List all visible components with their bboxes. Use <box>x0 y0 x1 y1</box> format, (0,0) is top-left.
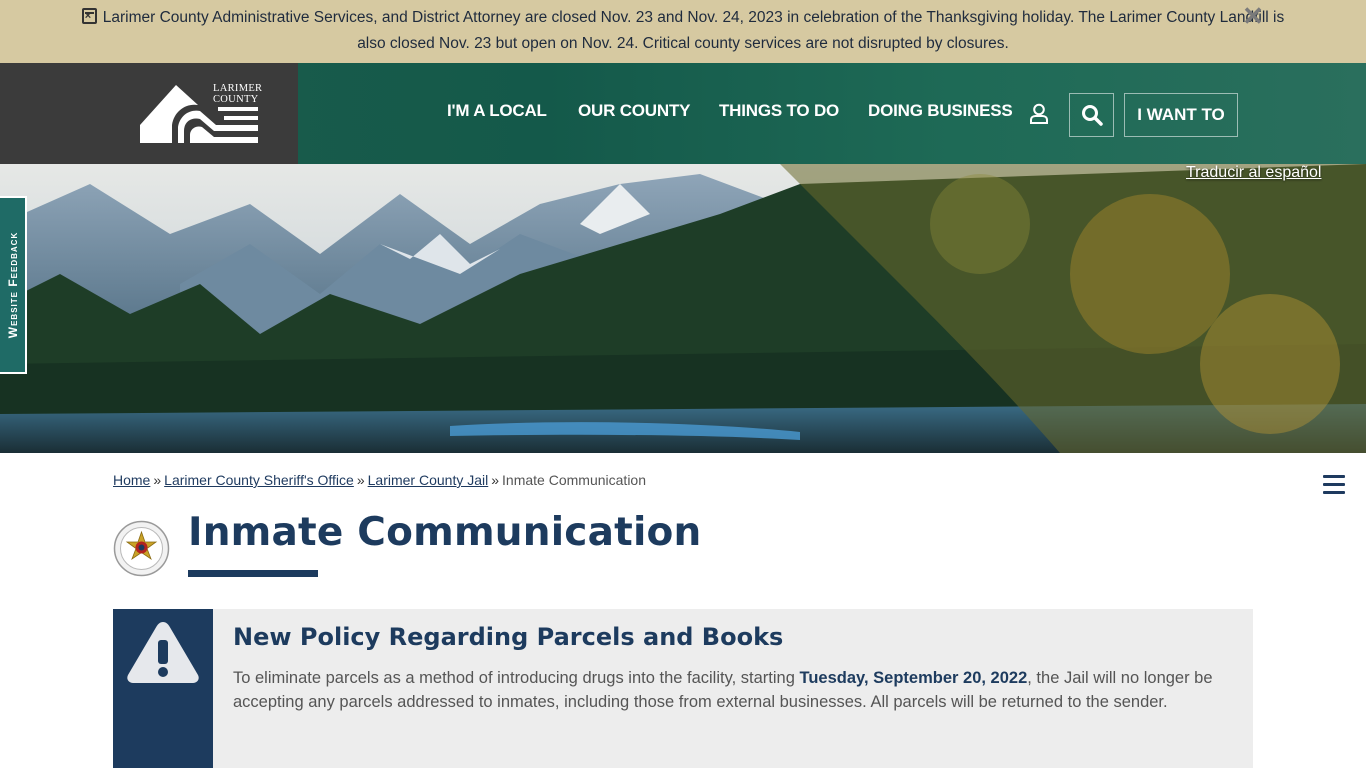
page-title: Inmate Communication <box>188 510 702 555</box>
warning-icon <box>127 622 199 683</box>
website-feedback-tab[interactable]: Website Feedback <box>0 196 27 374</box>
website-feedback-label: Website Feedback <box>5 231 20 339</box>
callout-icon-panel <box>113 609 213 768</box>
site-header: LARIMER COUNTY I'M A LOCAL OUR COUNTY TH… <box>0 63 1366 164</box>
nav-our-county[interactable]: OUR COUNTY <box>578 101 690 121</box>
sheriff-badge-icon <box>113 520 170 577</box>
nav-doing-business[interactable]: DOING BUSINESS <box>868 101 1013 121</box>
search-icon <box>1082 105 1103 126</box>
breadcrumb-current: Inmate Communication <box>502 472 646 488</box>
callout-date: Tuesday, September 20, 2022 <box>799 669 1028 687</box>
policy-callout: New Policy Regarding Parcels and Books T… <box>113 609 1253 768</box>
hamburger-menu-icon[interactable] <box>1323 475 1345 495</box>
hero-image: Traducir al español <box>0 164 1366 453</box>
alert-banner: Larimer County Administrative Services, … <box>0 0 1366 63</box>
alert-text-1: Larimer County Administrative Services, … <box>102 9 1285 26</box>
search-button[interactable] <box>1069 93 1114 137</box>
alert-line-1: Larimer County Administrative Services, … <box>0 5 1366 31</box>
title-underline <box>188 570 318 577</box>
calendar-x-icon <box>81 8 97 24</box>
breadcrumb-jail[interactable]: Larimer County Jail <box>368 472 489 488</box>
close-icon[interactable]: ✕ <box>1242 3 1264 29</box>
callout-text: To eliminate parcels as a method of intr… <box>233 669 1213 711</box>
logo-text: LARIMER COUNTY <box>213 83 263 105</box>
i-want-to-button[interactable]: I WANT TO <box>1124 93 1238 137</box>
mountain-lake-illustration <box>0 164 1366 453</box>
nav-im-a-local[interactable]: I'M A LOCAL <box>447 101 547 121</box>
alert-text-2: also closed Nov. 23 but open on Nov. 24.… <box>357 35 1009 52</box>
logo-link[interactable]: LARIMER COUNTY <box>0 63 298 164</box>
callout-heading: New Policy Regarding Parcels and Books <box>233 623 784 651</box>
translate-link[interactable]: Traducir al español <box>1186 164 1321 182</box>
nav-things-to-do[interactable]: THINGS TO DO <box>719 101 839 121</box>
user-icon[interactable] <box>1029 103 1049 125</box>
breadcrumb-home[interactable]: Home <box>113 472 150 488</box>
breadcrumb: Home» Larimer County Sheriff's Office» Lar… <box>113 472 646 488</box>
breadcrumb-sheriff[interactable]: Larimer County Sheriff's Office <box>164 472 354 488</box>
